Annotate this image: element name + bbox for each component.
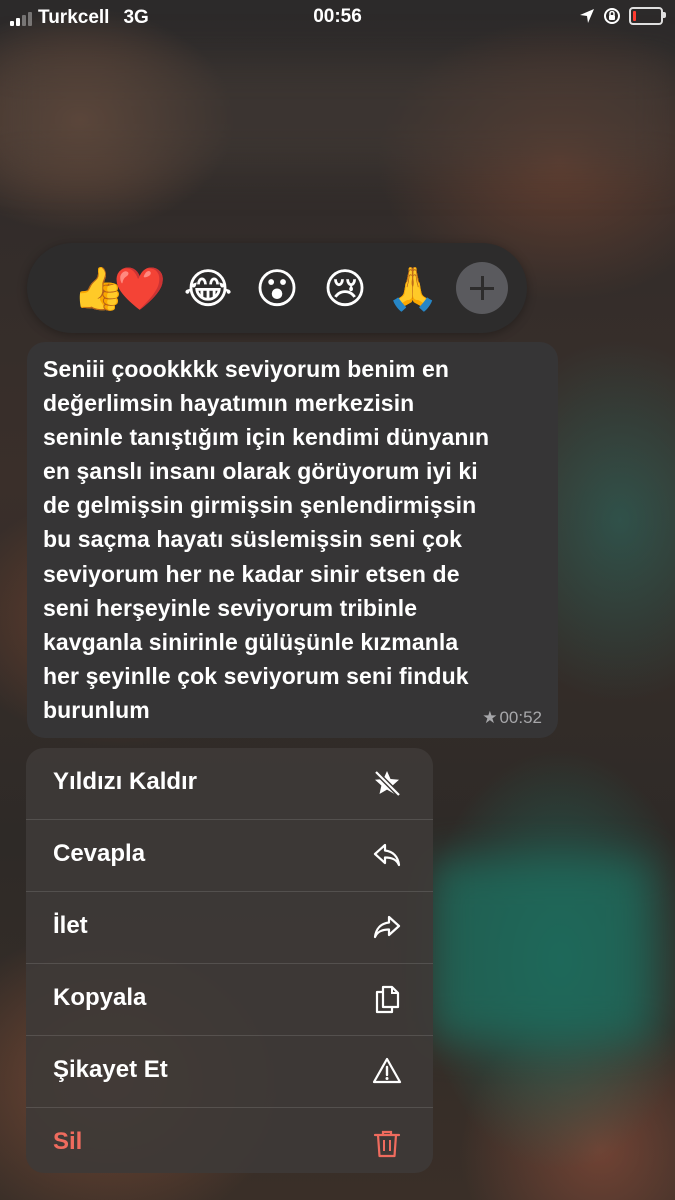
clock: 00:56 [313, 6, 362, 27]
menu-item-label: Yıldızı Kaldır [53, 768, 198, 795]
battery-icon [629, 7, 666, 25]
status-right [579, 7, 666, 25]
reaction-folded-hands[interactable]: 🙏 [385, 261, 441, 317]
location-arrow-icon [580, 9, 594, 23]
menu-item-label: Şikayet Et [53, 1056, 168, 1083]
menu-item-report[interactable]: Şikayet Et [26, 1036, 433, 1108]
message-text: Seniii çoookkkk seviyorum benim en değer… [43, 356, 490, 723]
starred-icon: ★ [482, 708, 498, 727]
menu-item-forward[interactable]: İlet [26, 892, 433, 964]
message-meta: ★ 00:52 [482, 708, 542, 728]
warning-icon [372, 1056, 402, 1086]
reaction-surprised-face[interactable]: 😮 [249, 261, 305, 317]
menu-item-reply[interactable]: Cevapla [26, 820, 433, 892]
menu-item-label: İlet [53, 912, 88, 939]
menu-item-unstar[interactable]: Yıldızı Kaldır [26, 748, 433, 820]
menu-item-copy[interactable]: Kopyala [26, 964, 433, 1036]
forward-icon [372, 912, 402, 942]
message-bubble[interactable]: Seniii çoookkkk seviyorum benim en değer… [27, 342, 558, 738]
copy-icon [372, 984, 402, 1014]
reaction-tears-of-joy[interactable]: 😂 [180, 261, 236, 317]
add-reaction-plus-icon[interactable] [456, 262, 508, 314]
unstar-icon [372, 768, 402, 798]
menu-item-label: Kopyala [53, 984, 147, 1011]
menu-item-label: Sil [53, 1128, 83, 1155]
message-time: 00:52 [499, 708, 542, 727]
message-context-menu: Yıldızı Kaldır Cevapla İlet Kopyala Şika… [26, 748, 433, 1173]
menu-item-label: Cevapla [53, 840, 146, 867]
reaction-crying-face[interactable]: 😢 [317, 261, 373, 317]
orientation-lock-icon [604, 8, 620, 24]
menu-item-delete[interactable]: Sil [26, 1108, 433, 1173]
trash-icon [372, 1128, 402, 1158]
reaction-picker: 👍 ❤️ 😂 😮 😢 🙏 [27, 243, 527, 333]
reaction-red-heart[interactable]: ❤️ [112, 261, 168, 317]
reply-icon [372, 840, 402, 870]
status-bar: Turkcell 3G 00:56 [0, 0, 675, 36]
